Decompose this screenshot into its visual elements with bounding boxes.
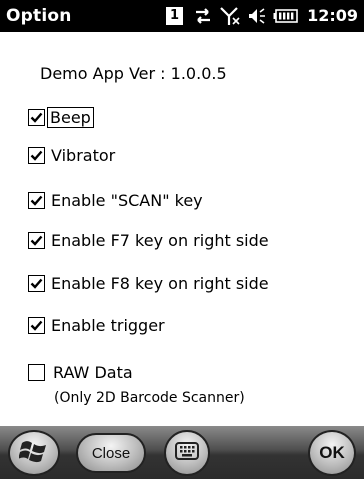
title-bar: Option 1 12:09	[0, 0, 364, 32]
enable-scan-key-label: Enable "SCAN" key	[51, 190, 203, 210]
option-vibrator[interactable]: Vibrator	[28, 142, 115, 168]
option-enable-f8-key[interactable]: Enable F8 key on right side	[28, 270, 269, 296]
option-enable-trigger[interactable]: Enable trigger	[28, 312, 165, 338]
notification-badge-icon[interactable]: 1	[166, 7, 183, 25]
windows-start-icon	[18, 437, 49, 469]
battery-icon[interactable]	[272, 0, 300, 32]
speaker-icon[interactable]	[246, 0, 268, 32]
option-raw-data[interactable]: RAW Data	[28, 359, 133, 385]
enable-scan-key-checkbox[interactable]	[28, 191, 45, 209]
keyboard-button[interactable]	[164, 430, 210, 476]
app-version-label: Demo App Ver : 1.0.0.5	[40, 64, 227, 83]
option-enable-scan-key[interactable]: Enable "SCAN" key	[28, 187, 203, 213]
close-button[interactable]: Close	[76, 433, 146, 473]
option-enable-f7-key[interactable]: Enable F7 key on right side	[28, 227, 269, 253]
ok-button[interactable]: OK	[308, 430, 356, 476]
raw-data-label: RAW Data	[53, 362, 133, 382]
enable-f8-key-checkbox[interactable]	[28, 274, 45, 292]
beep-checkbox[interactable]	[28, 108, 45, 126]
vibrator-checkbox[interactable]	[28, 146, 45, 164]
clock[interactable]: 12:09	[307, 0, 358, 32]
no-signal-icon[interactable]	[218, 0, 242, 32]
beep-label: Beep	[47, 106, 94, 128]
ok-label: OK	[319, 443, 345, 462]
option-beep[interactable]: Beep	[28, 104, 94, 130]
raw-data-note: (Only 2D Barcode Scanner)	[54, 390, 245, 406]
keyboard-icon	[175, 441, 199, 465]
raw-data-checkbox[interactable]	[28, 363, 45, 381]
connectivity-icon[interactable]	[192, 0, 214, 32]
softkey-bar: Close OK	[0, 426, 364, 479]
enable-trigger-label: Enable trigger	[51, 315, 165, 335]
vibrator-label: Vibrator	[51, 145, 116, 165]
enable-f8-key-label: Enable F8 key on right side	[51, 273, 269, 293]
enable-f7-key-label: Enable F7 key on right side	[51, 230, 269, 250]
enable-f7-key-checkbox[interactable]	[28, 231, 45, 249]
window-title: Option	[6, 6, 72, 26]
start-button[interactable]	[8, 430, 60, 476]
enable-trigger-checkbox[interactable]	[28, 316, 45, 334]
